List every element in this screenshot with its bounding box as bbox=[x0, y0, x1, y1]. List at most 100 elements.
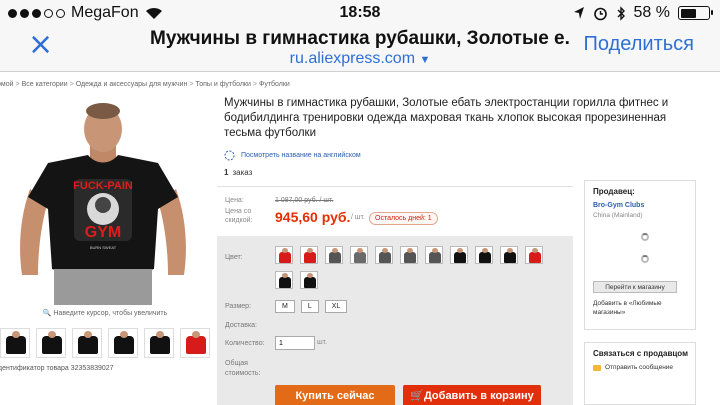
total-label-2: стоимость: bbox=[225, 370, 261, 377]
product-main-photo[interactable]: FUCK-PAIN GYM BURN SWEAT bbox=[8, 97, 198, 305]
carrier-name: MegaFon bbox=[71, 4, 139, 21]
color-swatch[interactable] bbox=[475, 246, 493, 264]
breadcrumb-separator: > bbox=[252, 81, 257, 88]
price-label: Цена: bbox=[225, 197, 244, 204]
product-thumbnail[interactable] bbox=[108, 328, 138, 358]
go-to-store-button[interactable]: Перейти к магазину bbox=[593, 281, 677, 293]
browser-nav-bar: × Мужчины в гимнастика рубашки, Золотые … bbox=[0, 26, 720, 72]
battery-percent: 58 % bbox=[633, 4, 670, 21]
breadcrumb-link[interactable]: Одежда и аксессуары для мужчин bbox=[76, 81, 188, 88]
zoom-hint: 🔍 Наведите курсор, чтобы увеличить bbox=[10, 309, 200, 317]
swatch-head bbox=[507, 248, 513, 253]
size-options: M L XL bbox=[275, 300, 348, 313]
swatch-head bbox=[307, 248, 313, 253]
send-message-label: Отправить сообщение bbox=[605, 364, 674, 371]
total-label-1: Общая bbox=[225, 360, 248, 367]
color-swatch[interactable] bbox=[525, 246, 543, 264]
swatch-shirt bbox=[479, 252, 491, 263]
price-box: Цена: 1 087,00 руб. / шт. Цена со скидко… bbox=[217, 186, 573, 234]
discount-label-2: скидкой: bbox=[225, 217, 253, 224]
orders-count: 1 заказ bbox=[224, 168, 252, 177]
swatch-head bbox=[357, 248, 363, 253]
breadcrumb-link[interactable]: омой bbox=[0, 81, 14, 88]
battery-fill bbox=[680, 8, 697, 18]
breadcrumb-separator: > bbox=[189, 81, 194, 88]
orders-number: 1 bbox=[224, 168, 229, 177]
zoom-hint-text: Наведите курсор, чтобы увеличить bbox=[53, 310, 168, 317]
add-to-cart-button[interactable]: 🛒Добавить в корзину bbox=[403, 385, 541, 405]
breadcrumb-link[interactable]: Футболки bbox=[259, 81, 290, 88]
color-swatch[interactable] bbox=[400, 246, 418, 264]
swatch-shirt bbox=[529, 252, 541, 263]
color-swatch[interactable] bbox=[375, 246, 393, 264]
discount-price: 945,60 руб. bbox=[275, 209, 351, 225]
swatch-head bbox=[282, 273, 288, 278]
magnifier-icon: 🔍 bbox=[42, 310, 52, 317]
product-thumbnail[interactable] bbox=[180, 328, 210, 358]
breadcrumb: омой>Все категории>Одежда и аксессуары д… bbox=[0, 81, 290, 88]
seller-name-link[interactable]: Bro-Gym Clubs bbox=[593, 202, 644, 209]
send-message-link[interactable]: Отправить сообщение bbox=[593, 364, 673, 371]
product-thumbnail[interactable] bbox=[72, 328, 102, 358]
swatch-shirt bbox=[379, 252, 391, 263]
product-title: Мужчины в гимнастика рубашки, Золотые еб… bbox=[224, 97, 669, 139]
shipping-label: Доставка: bbox=[225, 322, 258, 329]
seller-country: China (Mainland) bbox=[593, 212, 643, 219]
thumbnail-head bbox=[84, 331, 92, 338]
color-label: Цвет: bbox=[225, 254, 243, 261]
ios-status-bar: MegaFon 18:58 58 % bbox=[0, 0, 720, 26]
size-option-button[interactable]: L bbox=[300, 300, 319, 313]
swatch-shirt bbox=[279, 277, 291, 288]
color-swatch[interactable] bbox=[300, 271, 318, 289]
color-swatch[interactable] bbox=[350, 246, 368, 264]
swatch-shirt bbox=[429, 252, 441, 263]
status-left: MegaFon bbox=[8, 4, 163, 22]
swatch-shirt bbox=[304, 277, 316, 288]
shirt-print-mid: GYM bbox=[85, 224, 121, 241]
add-favorite-store-link[interactable]: Добавить в «Любимые магазины» bbox=[593, 299, 693, 317]
size-option-button[interactable]: XL bbox=[324, 300, 348, 313]
color-swatch[interactable] bbox=[275, 246, 293, 264]
color-swatch[interactable] bbox=[300, 246, 318, 264]
product-thumbnail[interactable] bbox=[36, 328, 66, 358]
swatch-shirt bbox=[404, 252, 416, 263]
swatch-shirt bbox=[504, 252, 516, 263]
product-thumbnail[interactable] bbox=[0, 328, 30, 358]
breadcrumb-link[interactable]: Все категории bbox=[22, 81, 68, 88]
swatch-head bbox=[407, 248, 413, 253]
battery-icon bbox=[678, 6, 713, 20]
color-swatch[interactable] bbox=[325, 246, 343, 264]
quantity-unit: шт. bbox=[317, 339, 327, 346]
envelope-icon bbox=[593, 364, 601, 371]
thumbnail-head bbox=[156, 331, 164, 338]
swatch-shirt bbox=[454, 252, 466, 263]
swatch-shirt bbox=[354, 252, 366, 263]
color-swatch[interactable] bbox=[275, 271, 293, 289]
thumbnail-head bbox=[12, 331, 20, 338]
product-thumbnail[interactable] bbox=[144, 328, 174, 358]
swatch-head bbox=[432, 248, 438, 253]
thumbnail-strip bbox=[0, 328, 210, 358]
swatch-head bbox=[282, 248, 288, 253]
translate-link[interactable]: Посмотреть название на английском bbox=[224, 150, 361, 161]
seller-heading: Продавец: bbox=[593, 187, 635, 196]
buy-now-button[interactable]: Купить сейчас bbox=[275, 385, 395, 405]
breadcrumb-link[interactable]: Топы и футболки bbox=[195, 81, 250, 88]
thumbnail-head bbox=[192, 331, 200, 338]
location-arrow-icon bbox=[573, 7, 584, 19]
quantity-field[interactable] bbox=[275, 336, 315, 350]
color-swatch[interactable] bbox=[450, 246, 468, 264]
color-swatch[interactable] bbox=[500, 246, 518, 264]
page-title: Мужчины в гимнастика рубашки, Золотые е.… bbox=[150, 28, 570, 49]
size-option-button[interactable]: M bbox=[275, 300, 295, 313]
signal-strength-icon bbox=[8, 8, 65, 18]
discount-label-1: Цена со bbox=[225, 208, 252, 215]
days-left-badge: Осталось дней: 1 bbox=[369, 212, 438, 225]
cart-icon: 🛒 bbox=[410, 390, 424, 402]
swatch-shirt bbox=[329, 252, 341, 263]
color-swatches bbox=[275, 246, 555, 289]
color-swatch[interactable] bbox=[425, 246, 443, 264]
share-button[interactable]: Поделиться bbox=[584, 33, 694, 56]
breadcrumb-separator: > bbox=[69, 81, 74, 88]
status-right: 58 % bbox=[573, 4, 713, 22]
